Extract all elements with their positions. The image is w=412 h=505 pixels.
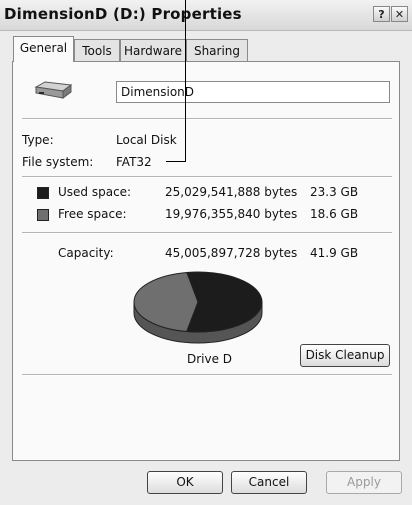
separator (22, 118, 392, 120)
callout-line (185, 0, 186, 162)
separator (22, 374, 392, 376)
separator (22, 232, 392, 234)
free-space-label: Free space: (58, 207, 127, 221)
cancel-button[interactable]: Cancel (231, 471, 307, 494)
window-title: DimensionD (D:) Properties (4, 5, 242, 23)
close-button[interactable]: ✕ (391, 6, 408, 22)
callout-line (166, 161, 185, 162)
drive-icon (34, 81, 73, 99)
type-value: Local Disk (116, 133, 177, 147)
used-space-size: 23.3 GB (310, 185, 359, 199)
drive-label: Drive D (187, 352, 233, 366)
ok-button[interactable]: OK (147, 471, 223, 494)
capacity-size: 41.9 GB (310, 246, 359, 260)
capacity-label: Capacity: (58, 246, 114, 260)
tab-sharing[interactable]: Sharing (186, 39, 248, 61)
used-space-bytes: 25,029,541,888 bytes (165, 185, 298, 199)
disk-cleanup-button[interactable]: Disk Cleanup (300, 344, 390, 367)
general-tab-panel (12, 61, 400, 461)
properties-dialog: DimensionD (D:) Properties ? ✕ General T… (0, 0, 412, 505)
title-bar[interactable]: DimensionD (D:) Properties ? ✕ (0, 0, 412, 31)
type-label: Type: (22, 133, 54, 147)
apply-button[interactable]: Apply (326, 471, 402, 494)
disk-usage-pie (133, 271, 263, 344)
file-system-value: FAT32 (116, 155, 152, 169)
used-space-swatch (37, 187, 49, 199)
file-system-label: File system: (22, 155, 94, 169)
tab-tools[interactable]: Tools (74, 39, 120, 61)
separator (22, 176, 392, 178)
used-space-label: Used space: (58, 185, 132, 199)
capacity-bytes: 45,005,897,728 bytes (165, 246, 298, 260)
free-space-bytes: 19,976,355,840 bytes (165, 207, 298, 221)
help-button[interactable]: ? (373, 6, 390, 22)
free-space-size: 18.6 GB (310, 207, 359, 221)
free-space-swatch (37, 209, 49, 221)
volume-name-field[interactable]: DimensionD (116, 81, 390, 103)
tab-general[interactable]: General (13, 36, 74, 62)
tab-hardware[interactable]: Hardware (120, 39, 186, 61)
